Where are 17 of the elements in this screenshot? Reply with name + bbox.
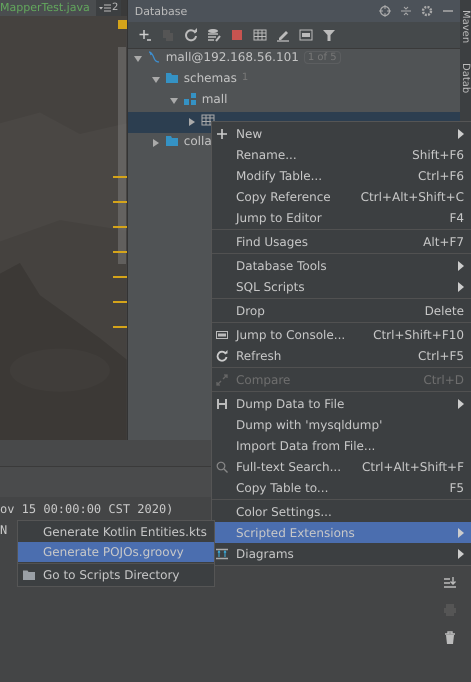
shortcut-label: F5 bbox=[449, 480, 464, 494]
shortcut-label: Ctrl+F5 bbox=[418, 348, 464, 362]
shortcut-label: Shift+F6 bbox=[412, 148, 464, 162]
console-line: N bbox=[0, 522, 8, 539]
shortcut-label: Alt+F7 bbox=[423, 234, 464, 248]
shortcut-label: Ctrl+Alt+Shift+F bbox=[362, 460, 464, 474]
tree-label: colla bbox=[184, 134, 212, 149]
shortcut-label: Delete bbox=[424, 304, 464, 318]
shortcut-label: Ctrl+F6 bbox=[418, 168, 464, 182]
tree-label: mall@192.168.56.101 bbox=[166, 50, 299, 65]
shortcut-label: Ctrl+Shift+F10 bbox=[373, 328, 464, 342]
tree-label: schemas bbox=[184, 71, 237, 86]
console-line: ov 15 00:00:00 CST 2020) bbox=[0, 501, 174, 518]
shortcut-label: Ctrl+Alt+Shift+C bbox=[360, 190, 464, 204]
shortcut-label: F4 bbox=[449, 210, 464, 224]
tree-label: mall bbox=[202, 92, 228, 107]
panel-title: Database bbox=[134, 4, 188, 18]
